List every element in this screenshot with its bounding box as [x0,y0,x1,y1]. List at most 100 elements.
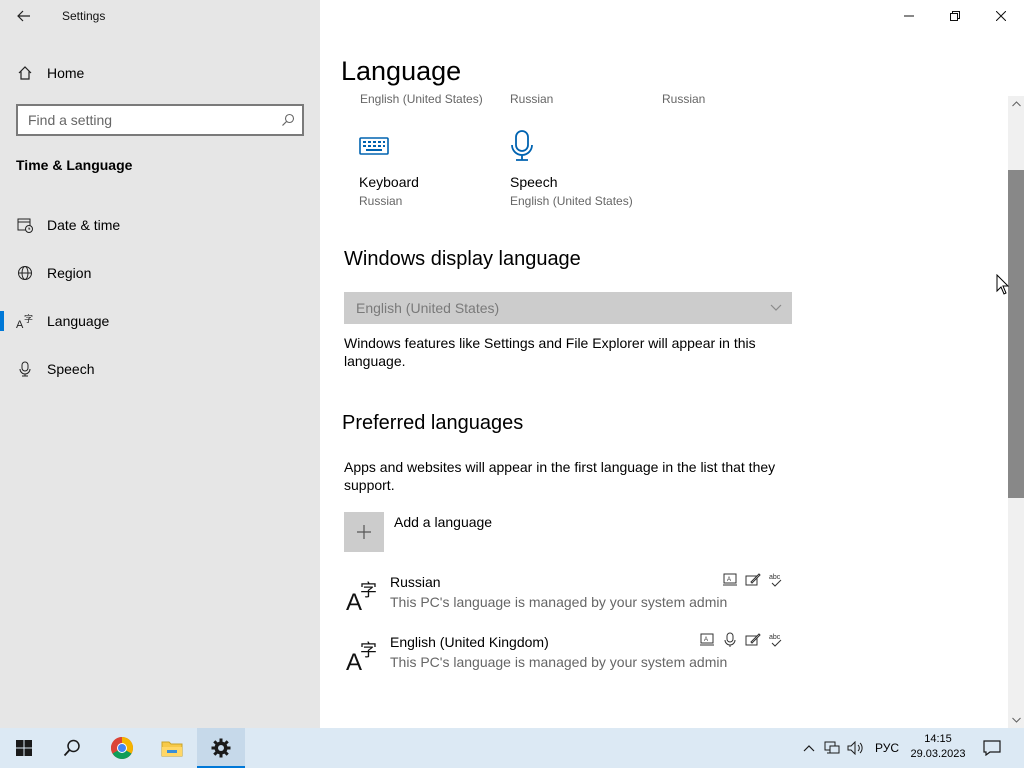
home-icon [16,64,34,82]
svg-text:字: 字 [24,313,33,325]
nav-item-label: Speech [47,361,95,377]
minimize-button[interactable] [886,0,932,32]
search-input[interactable]: Find a setting [18,112,274,128]
search-taskbar-button[interactable] [48,728,96,768]
restore-button[interactable] [932,0,978,32]
search-icon[interactable] [274,106,302,134]
display-language-description: Windows features like Settings and File … [344,335,756,369]
speech-tile[interactable]: Speech English (United States) [510,128,670,208]
svg-text:A: A [16,319,24,329]
plus-icon [344,512,384,552]
start-button[interactable] [0,728,48,768]
microphone-icon [16,360,34,378]
mouse-cursor-icon [996,274,1010,295]
display-language-value: English (United States) [356,300,500,316]
handwriting-icon [745,632,761,648]
taskbar: РУС 14:15 29.03.2023 [0,728,1024,768]
language-name: English (United Kingdom) [390,634,549,650]
language-note: This PC's language is managed by your sy… [390,594,728,610]
minimize-icon [904,15,914,17]
tile-subtitle: English (United States) [360,92,483,106]
scroll-down-button[interactable] [1008,712,1024,728]
back-arrow-icon [17,10,30,22]
speech-icon [722,632,738,648]
windows-logo-icon [16,740,32,756]
title-bar: Settings [0,0,320,32]
nav-item-region[interactable]: Region [0,253,320,293]
section-title: Time & Language [16,157,133,173]
nav-item-date-time[interactable]: Date & time [0,205,320,245]
navigation-pane: Settings Home Find a setting Time & Lang… [0,0,320,728]
language-name: Russian [390,574,441,590]
scroll-up-button[interactable] [1008,96,1024,112]
chevron-up-icon [803,745,815,752]
notification-icon [983,740,1001,756]
clock-time: 14:15 [924,733,952,745]
nav-item-label: Region [47,265,92,281]
network-icon[interactable] [822,738,842,758]
close-icon [996,11,1006,21]
page-title: Language [341,56,462,86]
input-language-indicator[interactable]: РУС [875,741,899,755]
content-area: English (United States) Russian Russian … [320,92,1008,728]
globe-icon [16,264,34,282]
svg-text:abc: abc [769,634,781,641]
display-language-dropdown[interactable]: English (United States) [344,292,792,324]
svg-text:A: A [704,637,708,643]
action-center-button[interactable] [982,738,1002,758]
language-features: A abc [699,632,784,648]
handwriting-icon [745,572,761,588]
nav-item-speech[interactable]: Speech [0,349,320,389]
keyboard-icon [359,128,499,164]
tile-subtitle: Russian [662,92,706,106]
active-indicator [0,311,4,331]
chevron-up-icon [1011,101,1021,107]
svg-text:abc: abc [769,574,781,581]
search-box[interactable]: Find a setting [16,104,304,136]
clock-date: 29.03.2023 [910,748,966,760]
display-language-icon: A [699,632,715,648]
display-language-icon: A [722,572,738,588]
spellcheck-icon: abc [768,572,784,588]
app-title: Settings [62,9,106,23]
microphone-icon [510,128,670,164]
volume-icon[interactable] [846,738,866,758]
keyboard-tile[interactable]: Keyboard Russian [359,128,499,208]
settings-taskbar-button[interactable] [197,728,245,768]
chevron-down-icon [770,304,782,311]
language-icon: A字 [346,581,377,612]
add-language-button[interactable]: Add a language [344,512,492,552]
home-nav-item[interactable]: Home [16,60,304,86]
chrome-taskbar-button[interactable] [98,728,146,768]
preferred-languages-heading: Preferred languages [342,412,524,434]
tile-name: Keyboard [359,174,419,190]
tile-subtitle: Russian [359,194,403,208]
language-row-russian[interactable]: A字 Russian This PC's language is managed… [344,572,784,630]
display-language-heading: Windows display language [344,248,581,270]
language-row-english-uk[interactable]: A字 English (United Kingdom) This PC's la… [344,632,784,690]
chevron-down-icon [1011,717,1021,723]
scrollbar-thumb[interactable] [1008,170,1024,498]
back-button[interactable] [10,4,38,28]
preferred-languages-description: Apps and websites will appear in the fir… [344,459,776,493]
clock[interactable]: 14:15 29.03.2023 [904,732,972,762]
nav-item-language[interactable]: A字 Language [0,301,320,341]
folder-icon [161,741,183,757]
svg-text:A: A [727,577,731,583]
spellcheck-icon: abc [768,632,784,648]
search-icon [63,739,80,757]
nav-item-label: Date & time [47,217,121,233]
language-features: A abc [722,572,784,588]
nav-item-label: Language [47,313,110,329]
language-icon: A字 [16,312,34,330]
file-explorer-taskbar-button[interactable] [148,728,196,768]
language-note: This PC's language is managed by your sy… [390,654,728,670]
gear-icon [211,738,231,758]
tile-name: Speech [510,174,558,190]
language-icon: A字 [346,641,377,672]
add-language-label: Add a language [394,514,493,530]
chrome-icon [111,737,133,759]
svg-text:字: 字 [360,641,377,661]
show-hidden-icons-button[interactable] [799,738,819,758]
close-button[interactable] [978,0,1024,32]
